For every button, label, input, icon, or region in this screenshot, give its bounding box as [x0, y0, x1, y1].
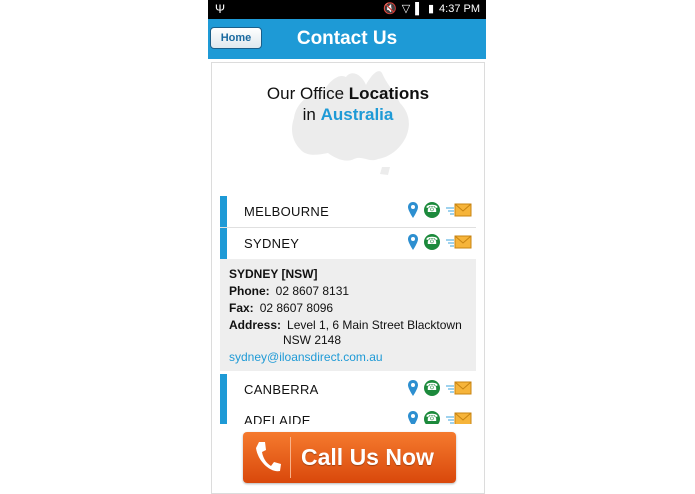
battery-icon: ▮: [427, 3, 435, 15]
location-row-melbourne[interactable]: MELBOURNE ☎: [220, 196, 476, 228]
phone-icon[interactable]: ☎: [424, 380, 440, 396]
status-time: 4:37 PM: [439, 2, 480, 15]
phone-icon[interactable]: ☎: [424, 202, 440, 218]
button-divider: [290, 437, 291, 478]
phone-screen: Ψ 🔇 ▽ ▌ ▮ 4:37 PM Contact Us Home Our Of…: [208, 0, 486, 494]
hero-prefix: Our Office: [266, 84, 349, 103]
location-details-sydney: SYDNEY [NSW] Phone: 02 8607 8131 Fax: 02 8…: [220, 259, 476, 371]
location-row-sydney[interactable]: SYDNEY ☎: [220, 228, 476, 260]
location-accent-bar: [220, 405, 227, 424]
locations-scroll-area[interactable]: Our Office Locations in Australia MELBOU…: [212, 63, 484, 424]
call-us-now-button[interactable]: Call Us Now: [243, 432, 456, 483]
details-fax: Fax: 02 8607 8096: [229, 301, 333, 315]
hero-line-1: Our Office Locations: [212, 83, 484, 104]
map-pin-icon[interactable]: [408, 380, 418, 396]
phone-label: Phone:: [229, 284, 270, 298]
phone-icon[interactable]: ☎: [424, 411, 440, 424]
mail-icon[interactable]: [446, 381, 472, 395]
signal-icon: ▌: [415, 2, 423, 15]
map-pin-icon[interactable]: [408, 411, 418, 424]
home-button[interactable]: Home: [210, 27, 262, 49]
location-accent-bar: [220, 228, 227, 259]
phone-icon[interactable]: ☎: [424, 234, 440, 250]
map-pin-icon[interactable]: [408, 234, 418, 250]
mail-icon[interactable]: [446, 203, 472, 217]
hero-in: in: [302, 105, 321, 124]
fax-value: 02 8607 8096: [259, 301, 334, 315]
details-phone: Phone: 02 8607 8131: [229, 284, 349, 298]
hero-heading: Our Office Locations in Australia: [212, 83, 484, 125]
location-row-canberra[interactable]: CANBERRA ☎: [220, 374, 476, 406]
mail-icon[interactable]: [446, 235, 472, 249]
hero-bold: Locations: [348, 84, 430, 103]
location-name: ADELAIDE: [244, 413, 311, 424]
location-actions: ☎: [408, 411, 472, 424]
status-icons: 🔇 ▽ ▌ ▮ 4:37 PM: [383, 2, 480, 16]
location-accent-bar: [220, 196, 227, 227]
location-accent-bar: [220, 374, 227, 405]
email-link[interactable]: sydney@iloansdirect.com.au: [229, 350, 383, 364]
location-actions: ☎: [408, 380, 472, 396]
location-name: MELBOURNE: [244, 204, 330, 219]
wifi-icon: ▽: [401, 3, 411, 15]
mail-icon[interactable]: [446, 412, 472, 424]
fax-label: Fax:: [229, 301, 254, 315]
location-actions: ☎: [408, 202, 472, 218]
location-name: SYDNEY: [244, 236, 300, 251]
address-label: Address:: [229, 318, 282, 332]
app-header: Contact Us Home: [208, 19, 486, 59]
location-name: CANBERRA: [244, 382, 319, 397]
mute-icon: 🔇: [383, 3, 397, 15]
status-bar: Ψ 🔇 ▽ ▌ ▮ 4:37 PM: [208, 0, 486, 19]
content-card: Our Office Locations in Australia MELBOU…: [211, 62, 485, 494]
details-address: Address: Level 1, 6 Main Street Blacktown: [229, 318, 462, 332]
hero-country: Australia: [320, 105, 394, 124]
details-title: SYDNEY [NSW]: [229, 267, 318, 281]
phone-value[interactable]: 02 8607 8131: [276, 284, 349, 298]
map-pin-icon[interactable]: [408, 202, 418, 218]
location-row-adelaide[interactable]: ADELAIDE ☎: [220, 405, 476, 424]
usb-icon: Ψ: [215, 2, 226, 16]
call-button-label: Call Us Now: [301, 444, 434, 470]
address-line-2: NSW 2148: [283, 333, 342, 347]
hero-line-2: in Australia: [212, 104, 484, 125]
phone-handset-icon: [256, 442, 281, 472]
address-line-1: Level 1, 6 Main Street Blacktown: [287, 318, 462, 332]
location-actions: ☎: [408, 234, 472, 250]
